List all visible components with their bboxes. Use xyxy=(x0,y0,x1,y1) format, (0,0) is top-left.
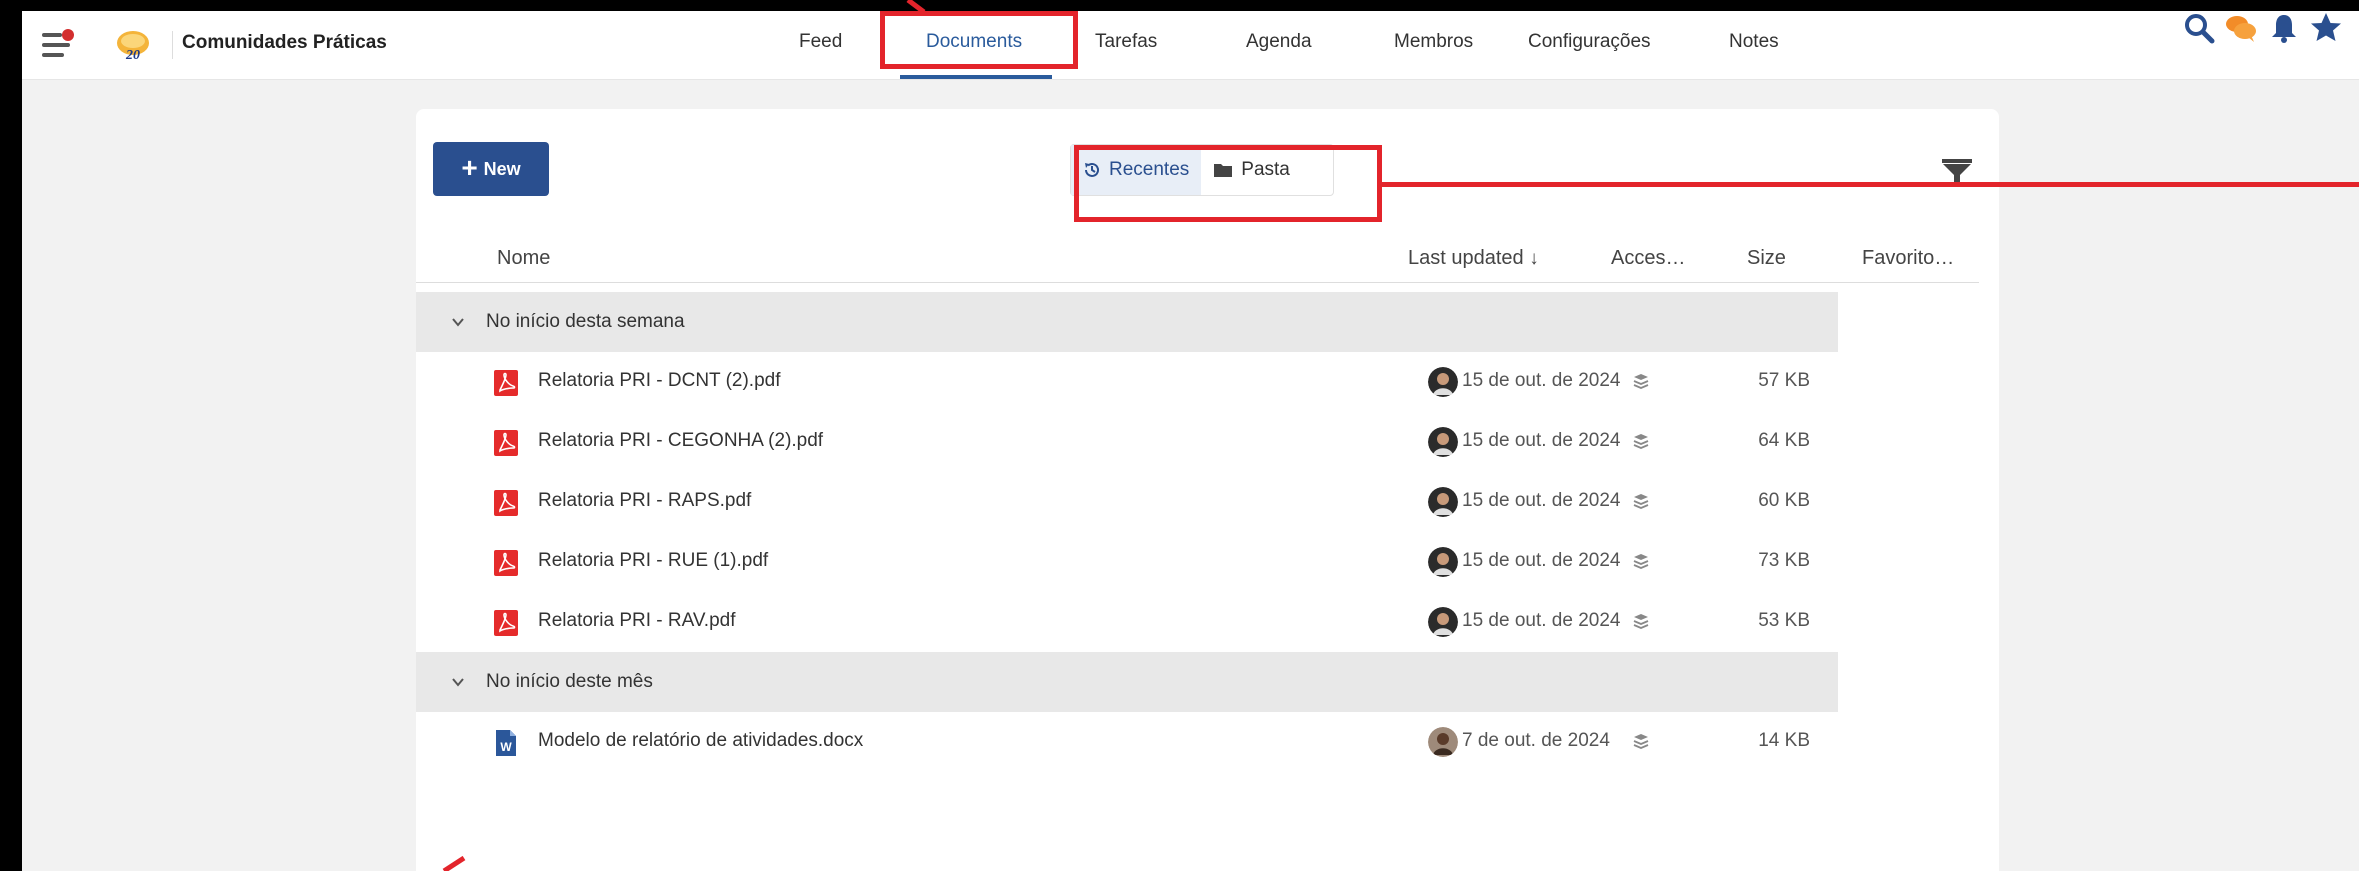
file-date: 15 de out. de 2024 xyxy=(1462,610,1621,631)
file-size: 73 KB xyxy=(1758,550,1810,571)
file-date: 7 de out. de 2024 xyxy=(1462,730,1610,751)
tab-tarefas[interactable]: Tarefas xyxy=(1095,31,1157,53)
chevron-down-icon[interactable] xyxy=(450,674,466,690)
sort-down-icon: ↓ xyxy=(1529,248,1539,269)
file-name[interactable]: Relatoria PRI - RAV.pdf xyxy=(538,610,735,632)
file-size: 60 KB xyxy=(1758,490,1810,511)
column-favorite[interactable]: Favorito… xyxy=(1862,247,1954,270)
folder-icon xyxy=(1214,164,1233,177)
file-size: 53 KB xyxy=(1758,610,1810,631)
avatar[interactable] xyxy=(1428,367,1458,397)
active-tab-indicator xyxy=(900,75,1052,79)
file-size: 64 KB xyxy=(1758,430,1810,451)
file-name[interactable]: Modelo de relatório de atividades.docx xyxy=(538,730,863,752)
group-label: No início deste mês xyxy=(486,671,653,692)
space-logo-icon[interactable]: 20 xyxy=(114,27,152,65)
pdf-file-icon xyxy=(494,490,518,516)
menu-icon[interactable] xyxy=(42,29,74,57)
tab-membros[interactable]: Membros xyxy=(1394,31,1473,53)
tab-agenda[interactable]: Agenda xyxy=(1246,31,1312,53)
file-name[interactable]: Relatoria PRI - RUE (1).pdf xyxy=(538,550,768,572)
file-name[interactable]: Relatoria PRI - RAPS.pdf xyxy=(538,490,751,512)
group-header[interactable]: No início desta semana xyxy=(416,292,1838,352)
new-document-button[interactable]: + New xyxy=(433,142,549,196)
avatar[interactable] xyxy=(1428,487,1458,517)
layers-icon xyxy=(1633,554,1649,569)
new-button-label: New xyxy=(483,158,521,179)
layers-icon xyxy=(1633,434,1649,449)
column-name[interactable]: Nome xyxy=(497,247,550,270)
column-last-updated-label: Last updated xyxy=(1408,247,1524,269)
pdf-file-icon xyxy=(494,370,518,396)
table-row[interactable]: Relatoria PRI - CEGONHA (2).pdf 15 de ou… xyxy=(416,412,1838,472)
search-icon[interactable] xyxy=(2182,11,2216,45)
space-name[interactable]: Comunidades Práticas xyxy=(182,32,387,54)
view-recent-button[interactable]: Recentes xyxy=(1071,145,1202,195)
notification-dot xyxy=(62,29,74,41)
avatar[interactable] xyxy=(1428,727,1458,757)
header-divider xyxy=(172,31,173,59)
file-name[interactable]: Relatoria PRI - DCNT (2).pdf xyxy=(538,370,781,392)
layers-icon xyxy=(1633,734,1649,749)
layers-icon xyxy=(1633,494,1649,509)
tab-feed[interactable]: Feed xyxy=(799,31,842,53)
file-size: 14 KB xyxy=(1758,730,1810,751)
layers-icon xyxy=(1633,614,1649,629)
svg-text:W: W xyxy=(500,740,512,754)
group-label: No início desta semana xyxy=(486,311,685,332)
tab-configuracoes[interactable]: Configurações xyxy=(1528,31,1651,53)
header-divider-line xyxy=(416,282,1979,283)
table-row[interactable]: Relatoria PRI - RAV.pdf 15 de out. de 20… xyxy=(416,592,1838,652)
view-recent-label: Recentes xyxy=(1109,159,1190,180)
view-folder-button[interactable]: Pasta xyxy=(1201,145,1302,195)
avatar[interactable] xyxy=(1428,607,1458,637)
chevron-down-icon[interactable] xyxy=(450,314,466,330)
file-size: 57 KB xyxy=(1758,370,1810,391)
annotation-line xyxy=(1380,182,2359,187)
file-name[interactable]: Relatoria PRI - CEGONHA (2).pdf xyxy=(538,430,823,452)
star-icon[interactable] xyxy=(2309,11,2343,45)
tab-notes[interactable]: Notes xyxy=(1729,31,1779,53)
view-toggle: Recentes Pasta xyxy=(1070,144,1334,196)
top-bar: 20 Comunidades Práticas Feed Documents T… xyxy=(22,11,2359,80)
avatar[interactable] xyxy=(1428,427,1458,457)
chat-icon[interactable] xyxy=(2224,11,2258,45)
table-row[interactable]: W Modelo de relatório de atividades.docx… xyxy=(416,712,1838,772)
group-header[interactable]: No início deste mês xyxy=(416,652,1838,712)
tab-documents[interactable]: Documents xyxy=(926,31,1022,53)
arrow-pointer-icon xyxy=(906,0,926,14)
file-date: 15 de out. de 2024 xyxy=(1462,490,1621,511)
svg-text:20: 20 xyxy=(125,48,140,63)
column-last-updated[interactable]: Last updated ↓ xyxy=(1408,247,1539,270)
pdf-file-icon xyxy=(494,550,518,576)
table-row[interactable]: Relatoria PRI - RAPS.pdf 15 de out. de 2… xyxy=(416,472,1838,532)
file-date: 15 de out. de 2024 xyxy=(1462,550,1621,571)
history-icon xyxy=(1085,162,1099,177)
file-date: 15 de out. de 2024 xyxy=(1462,370,1621,391)
word-file-icon: W xyxy=(496,730,516,756)
table-row[interactable]: Relatoria PRI - DCNT (2).pdf 15 de out. … xyxy=(416,352,1838,412)
plus-icon: + xyxy=(461,151,478,183)
arrow-pointer-icon xyxy=(442,856,466,871)
bell-icon[interactable] xyxy=(2267,11,2301,45)
table-row[interactable]: Relatoria PRI - RUE (1).pdf 15 de out. d… xyxy=(416,532,1838,592)
pdf-file-icon xyxy=(494,610,518,636)
column-access[interactable]: Acces… xyxy=(1611,247,1685,270)
column-size[interactable]: Size xyxy=(1747,247,1786,270)
view-folder-label: Pasta xyxy=(1241,159,1290,180)
layers-icon xyxy=(1633,374,1649,389)
file-date: 15 de out. de 2024 xyxy=(1462,430,1621,451)
pdf-file-icon xyxy=(494,430,518,456)
avatar[interactable] xyxy=(1428,547,1458,577)
